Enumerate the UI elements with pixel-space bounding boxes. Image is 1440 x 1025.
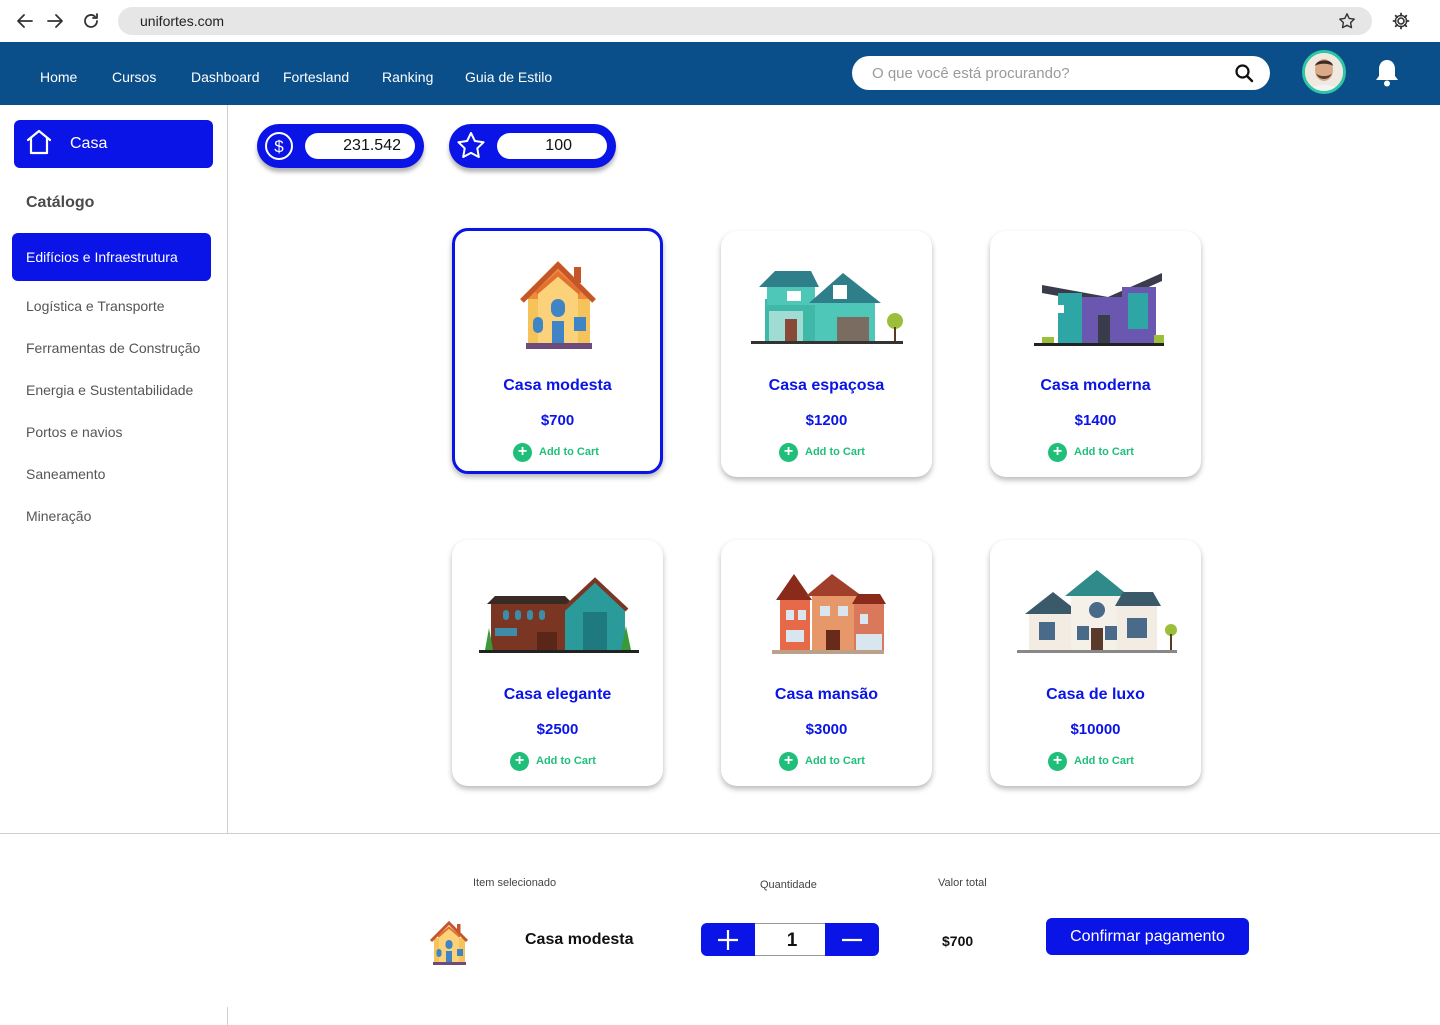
coins-balance: $ 231.542 [257, 124, 424, 168]
category-item[interactable]: Logística e Transporte [26, 298, 165, 314]
product-card[interactable]: Casa espaçosa $1200 + Add to Cart [721, 231, 932, 477]
house-modern-icon [990, 247, 1201, 357]
product-price: $700 [540, 412, 575, 429]
nav-home[interactable]: Home [40, 69, 77, 85]
product-title: Casa moderna [1040, 377, 1151, 394]
total-label: Valor total [938, 877, 987, 889]
nav-cursos[interactable]: Cursos [112, 69, 156, 85]
add-to-cart-label: Add to Cart [1074, 446, 1134, 458]
selected-item-name: Casa modesta [525, 931, 634, 948]
add-to-cart-label: Add to Cart [805, 755, 865, 767]
product-price: $3000 [805, 721, 848, 738]
add-to-cart-button[interactable]: + Add to Cart [779, 442, 865, 462]
avatar[interactable] [1302, 50, 1346, 94]
category-item[interactable]: Portos e navios [26, 424, 123, 440]
total-value: $700 [942, 933, 974, 949]
product-title: Casa espaçosa [768, 377, 885, 394]
add-to-cart-button[interactable]: + Add to Cart [1048, 442, 1134, 462]
add-to-cart-button[interactable]: + Add to Cart [513, 442, 599, 462]
house-spacious-icon [721, 247, 932, 357]
add-to-cart-button[interactable]: + Add to Cart [510, 751, 596, 771]
product-card[interactable]: Casa moderna $1400 + Add to Cart [990, 231, 1201, 477]
category-item[interactable]: Mineração [26, 508, 91, 524]
category-item[interactable]: Saneamento [26, 466, 105, 482]
selected-item-label: Item selecionado [473, 877, 557, 889]
sidebar: Casa Catálogo Edifícios e Infraestrutura… [0, 105, 228, 833]
add-to-cart-label: Add to Cart [539, 446, 599, 458]
plus-icon [718, 929, 738, 950]
quantity-stepper: 1 [701, 923, 879, 956]
house-luxury-icon [990, 556, 1201, 666]
product-price: $1400 [1074, 412, 1117, 429]
product-title: Casa modesta [503, 377, 612, 394]
back-arrow-icon[interactable] [14, 10, 36, 32]
reload-icon[interactable] [80, 10, 102, 32]
plus-circle-icon: + [513, 442, 532, 462]
plus-circle-icon: + [779, 442, 798, 462]
house-modest-icon [429, 920, 469, 965]
catalog-title: Catálogo [26, 194, 95, 211]
add-to-cart-label: Add to Cart [1074, 755, 1134, 767]
product-card[interactable]: Casa elegante $2500 + Add to Cart [452, 540, 663, 786]
star-icon [457, 132, 485, 158]
product-card[interactable]: Casa modesta $700 + Add to Cart [452, 228, 663, 474]
browser-toolbar: unifortes.com [0, 0, 1440, 42]
stars-balance: 100 [449, 124, 616, 168]
category-item[interactable]: Ferramentas de Construção [26, 340, 200, 356]
add-to-cart-button[interactable]: + Add to Cart [779, 751, 865, 771]
coins-value: 231.542 [305, 133, 415, 159]
divider [227, 1007, 228, 1025]
category-active[interactable]: Edifícios e Infraestrutura [12, 233, 211, 281]
category-active-label: Edifícios e Infraestrutura [26, 249, 178, 265]
confirm-payment-button[interactable]: Confirmar pagamento [1046, 918, 1249, 955]
search-bar [852, 56, 1270, 90]
add-to-cart-label: Add to Cart [536, 755, 596, 767]
add-to-cart-button[interactable]: + Add to Cart [1048, 751, 1134, 771]
product-title: Casa mansão [774, 686, 879, 703]
home-button[interactable]: Casa [14, 120, 213, 168]
nav-fortesland[interactable]: Fortesland [283, 69, 349, 85]
user-photo-icon [1305, 53, 1343, 91]
category-item[interactable]: Energia e Sustentabilidade [26, 382, 193, 398]
bookmark-star-icon[interactable] [1338, 12, 1356, 30]
forward-arrow-icon[interactable] [44, 10, 66, 32]
house-outline-icon [26, 129, 52, 155]
nav-ranking[interactable]: Ranking [382, 69, 433, 85]
notification-bell-icon[interactable] [1374, 58, 1400, 88]
house-modest-icon [455, 247, 660, 357]
plus-circle-icon: + [1048, 751, 1067, 771]
product-price: $2500 [536, 721, 579, 738]
nav-guia-de-estilo[interactable]: Guia de Estilo [465, 69, 552, 85]
plus-circle-icon: + [510, 751, 529, 771]
house-mansion-icon [721, 556, 932, 666]
product-card[interactable]: Casa mansão $3000 + Add to Cart [721, 540, 932, 786]
stars-value: 100 [497, 133, 607, 159]
plus-circle-icon: + [779, 751, 798, 771]
product-title: Casa elegante [503, 686, 612, 703]
house-elegant-icon [452, 556, 663, 666]
decrease-quantity-button[interactable] [825, 923, 879, 956]
quantity-value[interactable]: 1 [755, 923, 829, 956]
svg-text:$: $ [274, 137, 284, 156]
search-input[interactable] [872, 62, 1212, 84]
increase-quantity-button[interactable] [701, 923, 755, 956]
search-icon[interactable] [1234, 63, 1254, 83]
settings-gear-icon[interactable] [1390, 10, 1412, 32]
address-bar[interactable]: unifortes.com [118, 7, 1372, 35]
product-title: Casa de luxo [1046, 686, 1145, 703]
nav-dashboard[interactable]: Dashboard [191, 69, 260, 85]
product-card[interactable]: Casa de luxo $10000 + Add to Cart [990, 540, 1201, 786]
checkout-bar: Item selecionado Quantidade Valor total … [0, 833, 1440, 1025]
minus-icon [842, 938, 862, 941]
plus-circle-icon: + [1048, 442, 1067, 462]
dollar-coin-icon: $ [265, 132, 293, 160]
top-navigation: Home Cursos Dashboard Fortesland Ranking… [0, 42, 1440, 105]
url-text: unifortes.com [140, 13, 225, 29]
quantity-label: Quantidade [760, 879, 817, 891]
add-to-cart-label: Add to Cart [805, 446, 865, 458]
home-button-label: Casa [70, 135, 108, 152]
product-price: $1200 [805, 412, 848, 429]
product-price: $10000 [1070, 721, 1121, 738]
